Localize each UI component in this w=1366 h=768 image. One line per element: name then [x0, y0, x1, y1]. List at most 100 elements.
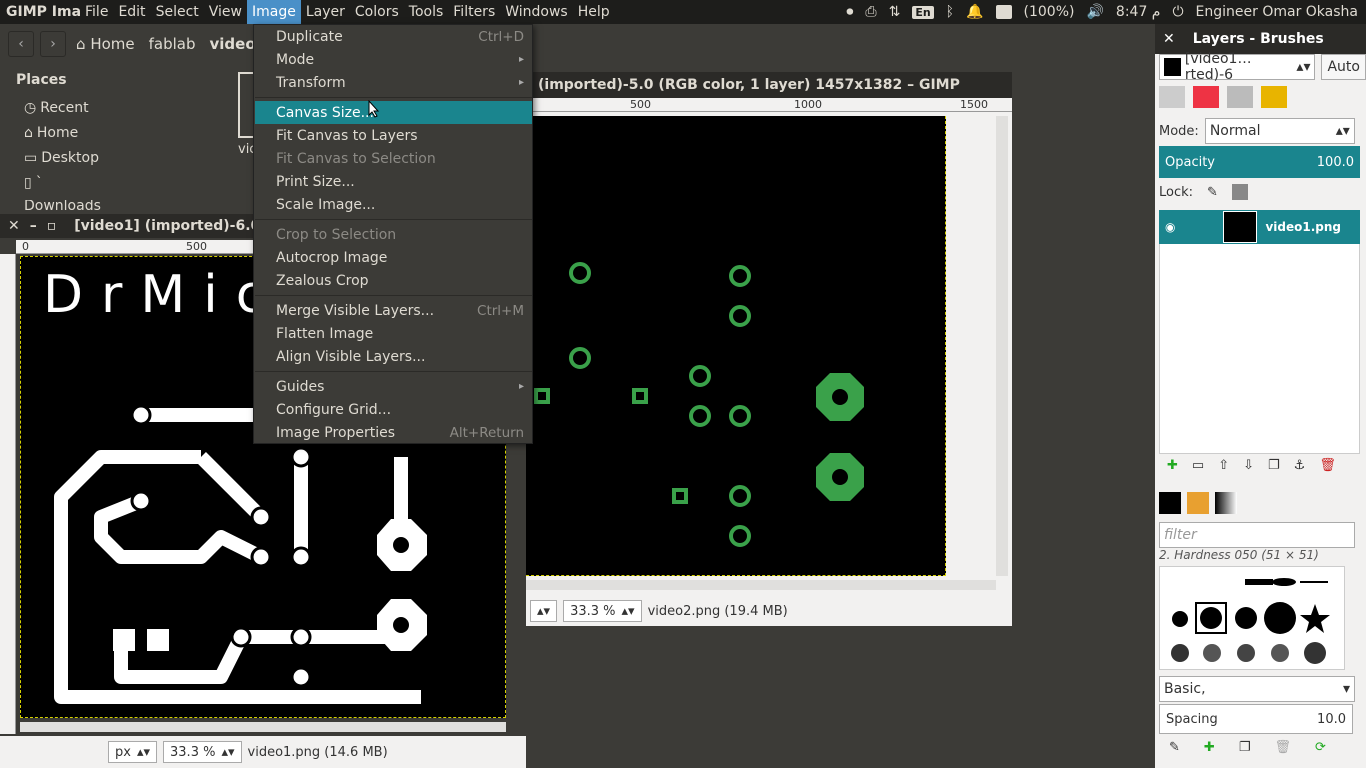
- bluetooth-icon[interactable]: ᛒ: [946, 4, 954, 20]
- menu-item-print-size[interactable]: Print Size...: [255, 170, 532, 193]
- menu-item-canvas-size[interactable]: Canvas Size...: [255, 101, 532, 124]
- breadcrumb-fablab[interactable]: fablab: [145, 35, 200, 53]
- menu-item-crop-to-selection[interactable]: Crop to Selection: [255, 223, 532, 246]
- unit-stepper[interactable]: ▴▾: [530, 600, 558, 622]
- menu-help[interactable]: Help: [573, 0, 615, 24]
- network-icon[interactable]: ⇅: [889, 4, 901, 20]
- zoom-combo[interactable]: 33.3 % ▴▾: [563, 600, 642, 622]
- mode-combo[interactable]: Normal ▴▾: [1204, 118, 1355, 144]
- horizontal-scrollbar[interactable]: [526, 580, 996, 590]
- delete-brush-icon[interactable]: 🗑: [1274, 740, 1291, 755]
- menu-item-guides[interactable]: Guides ▸: [255, 375, 532, 398]
- tab-gradients-icon[interactable]: [1215, 492, 1237, 514]
- brush-tabs: [1159, 492, 1237, 514]
- minimize-icon[interactable]: –: [30, 218, 37, 234]
- spacing-slider[interactable]: Spacing 10.0: [1159, 704, 1353, 734]
- tab-brushes-icon[interactable]: [1159, 492, 1181, 514]
- menu-item-align-visible-layers[interactable]: Align Visible Layers...: [255, 345, 532, 368]
- menu-item-fit-canvas-to-layers[interactable]: Fit Canvas to Layers: [255, 124, 532, 147]
- brush-grid[interactable]: [1159, 566, 1345, 670]
- layer-name[interactable]: video1.png: [1265, 220, 1341, 234]
- tab-undo-icon[interactable]: [1261, 86, 1287, 108]
- recorder-icon[interactable]: ⏺: [846, 4, 853, 20]
- new-group-icon[interactable]: ▭: [1192, 458, 1204, 473]
- opacity-slider[interactable]: Opacity 100.0: [1159, 146, 1360, 178]
- forward-button[interactable]: ›: [40, 31, 66, 57]
- keyboard-layout-indicator[interactable]: En: [912, 5, 934, 19]
- zoom-combo[interactable]: 33.3 % ▴▾: [163, 741, 242, 763]
- filter-input[interactable]: filter: [1159, 522, 1355, 548]
- menu-image[interactable]: Image: [247, 0, 301, 24]
- brush-set-combo[interactable]: Basic, ▾: [1159, 676, 1355, 702]
- menu-item-autocrop-image[interactable]: Autocrop Image: [255, 246, 532, 269]
- menu-item-scale-image[interactable]: Scale Image...: [255, 193, 532, 216]
- file-thumbnail[interactable]: [238, 72, 254, 138]
- menu-item-merge-visible-layers[interactable]: Merge Visible Layers... Ctrl+M: [255, 299, 532, 322]
- new-brush-icon[interactable]: ✚: [1204, 740, 1215, 755]
- new-layer-icon[interactable]: ✚: [1167, 458, 1178, 473]
- menu-item-configure-grid[interactable]: Configure Grid...: [255, 398, 532, 421]
- dock-tabs: [1159, 86, 1287, 108]
- breadcrumb-video[interactable]: video: [205, 35, 259, 53]
- maximize-icon[interactable]: ▫: [47, 218, 57, 234]
- tab-paths-icon[interactable]: [1227, 86, 1253, 108]
- menu-colors[interactable]: Colors: [350, 0, 404, 24]
- close-icon[interactable]: ✕: [8, 218, 20, 234]
- clock[interactable]: 8:47 م: [1116, 4, 1161, 20]
- lock-alpha-icon[interactable]: [1231, 184, 1248, 200]
- refresh-brushes-icon[interactable]: ⟳: [1315, 740, 1326, 755]
- menu-view[interactable]: View: [204, 0, 247, 24]
- menu-item-duplicate[interactable]: Duplicate Ctrl+D: [255, 25, 532, 48]
- delete-layer-icon[interactable]: 🗑: [1319, 458, 1336, 473]
- place-downloads[interactable]: Downloads: [24, 200, 101, 212]
- tab-channels-icon[interactable]: [1193, 86, 1219, 108]
- vertical-ruler[interactable]: [0, 254, 16, 734]
- user-name[interactable]: Engineer Omar Okasha: [1196, 4, 1358, 20]
- place-backtick[interactable]: ▯ `: [24, 175, 43, 191]
- menu-tools[interactable]: Tools: [404, 0, 449, 24]
- lower-layer-icon[interactable]: ⇩: [1243, 458, 1254, 473]
- horizontal-scrollbar[interactable]: [20, 722, 506, 732]
- menu-item-fit-canvas-to-selection[interactable]: Fit Canvas to Selection: [255, 147, 532, 170]
- close-icon[interactable]: ✕: [1163, 31, 1175, 47]
- visibility-eye-icon[interactable]: ◉: [1165, 220, 1175, 234]
- horizontal-ruler[interactable]: 500 1000 1500: [526, 98, 1012, 112]
- vertical-scrollbar[interactable]: [996, 116, 1008, 576]
- edit-brush-icon[interactable]: ✎: [1169, 740, 1180, 755]
- battery-icon[interactable]: [995, 5, 1012, 19]
- back-button[interactable]: ‹: [8, 31, 34, 57]
- layers-list[interactable]: [1159, 210, 1360, 454]
- breadcrumb-home[interactable]: ⌂ Home: [72, 35, 139, 53]
- image-selector[interactable]: [video1…rted)-6 ▴▾: [1159, 51, 1316, 83]
- menu-item-mode[interactable]: Mode ▸: [255, 48, 532, 71]
- tab-patterns-icon[interactable]: [1187, 492, 1209, 514]
- layer-item[interactable]: ◉ video1.png: [1159, 210, 1360, 244]
- menu-item-flatten-image[interactable]: Flatten Image: [255, 322, 532, 345]
- anchor-layer-icon[interactable]: ⚓: [1294, 458, 1306, 473]
- tab-layers-icon[interactable]: [1159, 86, 1185, 108]
- menu-item-zealous-crop[interactable]: Zealous Crop: [255, 269, 532, 292]
- volume-icon[interactable]: 🔊: [1086, 4, 1103, 20]
- duplicate-brush-icon[interactable]: ❐: [1239, 740, 1251, 755]
- power-icon[interactable]: ⏻: [1172, 4, 1183, 20]
- menu-filters[interactable]: Filters: [448, 0, 500, 24]
- duplicate-layer-icon[interactable]: ❐: [1268, 458, 1280, 473]
- menu-layer[interactable]: Layer: [301, 0, 350, 24]
- lock-pixels-icon[interactable]: ✎: [1207, 185, 1218, 200]
- menu-item-image-properties[interactable]: Image Properties Alt+Return: [255, 421, 532, 444]
- unit-combo[interactable]: px ▴▾: [108, 741, 158, 763]
- printer-icon[interactable]: ⎙: [865, 4, 876, 20]
- filter-row: filter: [1159, 522, 1355, 548]
- menu-windows[interactable]: Windows: [500, 0, 573, 24]
- notification-bell-icon[interactable]: 🔔: [966, 4, 983, 20]
- menu-file[interactable]: File: [80, 0, 113, 24]
- place-home[interactable]: ⌂ Home: [24, 125, 78, 141]
- auto-button[interactable]: Auto: [1321, 54, 1366, 80]
- raise-layer-icon[interactable]: ⇧: [1218, 458, 1229, 473]
- place-recent[interactable]: ◷ Recent: [24, 100, 89, 116]
- menu-edit[interactable]: Edit: [113, 0, 150, 24]
- image-canvas[interactable]: [526, 116, 946, 576]
- menu-select[interactable]: Select: [151, 0, 204, 24]
- menu-item-transform[interactable]: Transform ▸: [255, 71, 532, 94]
- place-desktop[interactable]: ▭ Desktop: [24, 150, 99, 166]
